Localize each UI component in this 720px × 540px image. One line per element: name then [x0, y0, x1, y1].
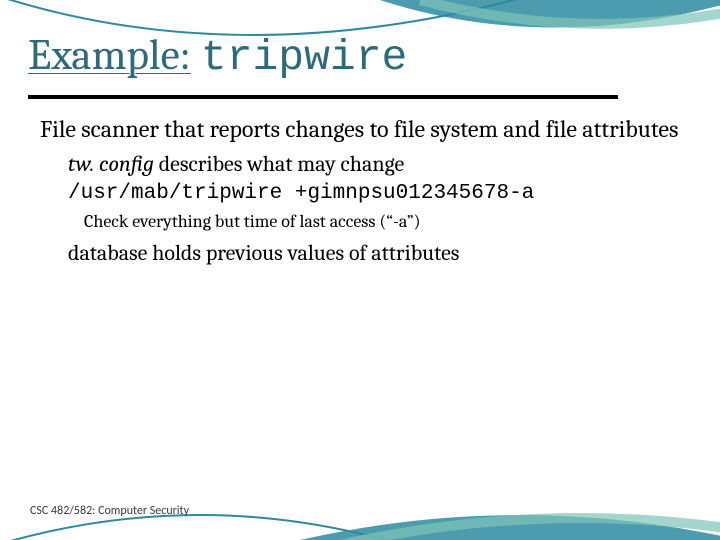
- config-filename: tw. config: [68, 151, 154, 177]
- description-text: File scanner that reports changes to fil…: [40, 115, 680, 144]
- command-text: /usr/mab/tripwire +gimnpsu012345678-a: [68, 180, 680, 207]
- slide: Example: tripwire File scanner that repo…: [0, 0, 720, 540]
- slide-body: File scanner that reports changes to fil…: [40, 115, 680, 270]
- footer-text: CSC 482/582: Computer Security: [30, 504, 189, 518]
- title-underline: [28, 95, 618, 99]
- slide-title: Example: tripwire: [28, 30, 407, 82]
- title-main-text: Example:: [28, 30, 191, 80]
- check-note-text: Check everything but time of last access…: [84, 210, 680, 233]
- config-description: describes what may change: [154, 151, 404, 177]
- config-line: tw. config describes what may change: [68, 150, 680, 179]
- database-text: database holds previous values of attrib…: [68, 239, 680, 268]
- title-code-text: tripwire: [201, 33, 407, 82]
